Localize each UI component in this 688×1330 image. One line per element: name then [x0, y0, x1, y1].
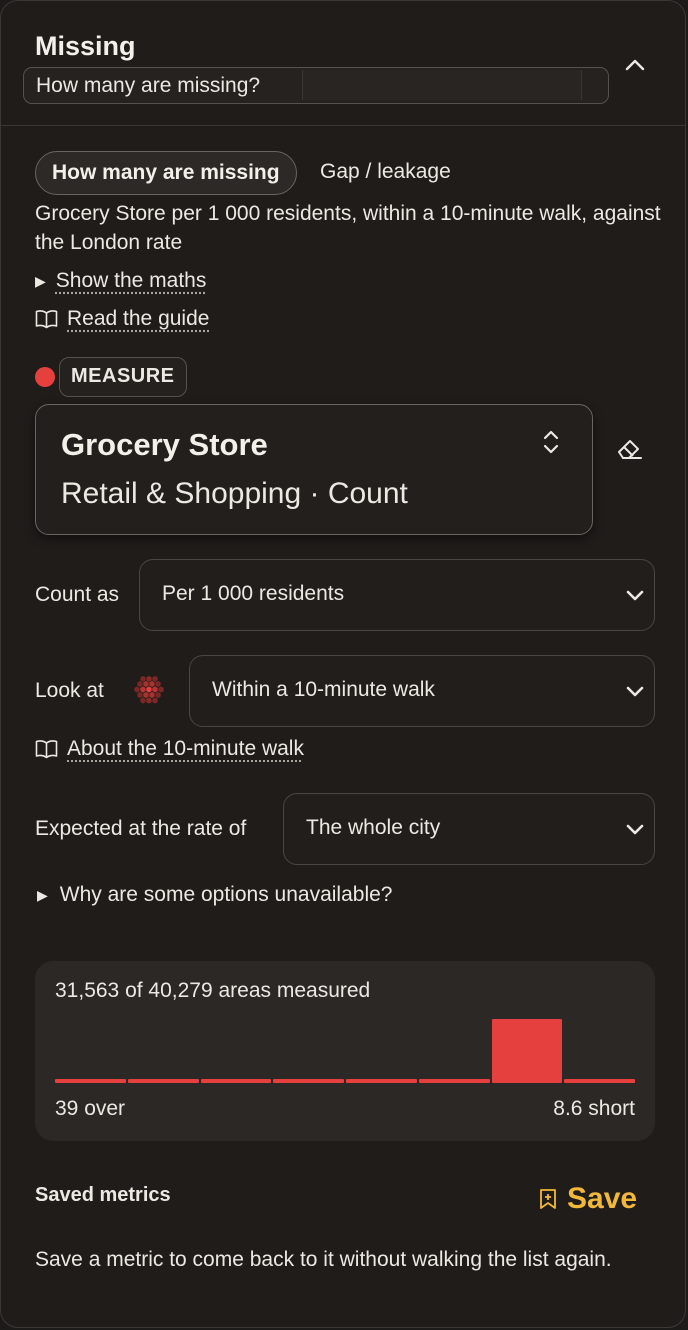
saved-metrics-description: Save a metric to come back to it without… — [35, 1248, 612, 1271]
question-field[interactable]: How many are missing? — [23, 67, 609, 104]
missing-panel: Missing How many are missing? How many a… — [0, 0, 686, 1328]
areas-measured-text: 31,563 of 40,279 areas measured — [55, 979, 371, 1002]
count-as-select[interactable]: Per 1 000 residents — [139, 559, 655, 631]
save-button-label: Save — [567, 1182, 638, 1215]
sort-updown-icon — [543, 430, 559, 454]
histogram-bin — [418, 1079, 490, 1083]
show-maths-link[interactable]: Show the maths — [56, 269, 207, 293]
histogram-bin — [564, 1079, 635, 1083]
bookmark-plus-icon — [540, 1189, 556, 1209]
look-at-select[interactable]: Within a 10-minute walk — [189, 655, 655, 727]
histogram-bin — [127, 1079, 199, 1083]
measure-subtitle: Retail & Shopping · Count — [61, 477, 408, 510]
measure-color-dot — [35, 367, 55, 387]
chevron-down-icon — [626, 590, 644, 601]
header-divider — [1, 125, 685, 126]
saved-metrics-label: Saved metrics — [35, 1184, 171, 1206]
measure-name: Grocery Store — [61, 427, 268, 462]
disclosure-triangle-icon: ▶ — [35, 272, 46, 289]
chevron-down-icon — [626, 824, 644, 835]
show-maths-toggle[interactable]: ▶ Show the maths — [35, 269, 206, 293]
histogram-bin — [273, 1079, 344, 1083]
book-icon — [35, 740, 58, 759]
collapse-chevron-up-icon[interactable] — [621, 51, 649, 79]
expected-rate-select[interactable]: The whole city — [283, 793, 655, 865]
metric-description: Grocery Store per 1 000 residents, withi… — [35, 202, 661, 254]
question-track — [302, 70, 582, 100]
histogram-left-label: 39 over — [55, 1097, 126, 1120]
look-at-value: Within a 10-minute walk — [212, 678, 435, 701]
measure-selector[interactable]: Grocery Store Retail & Shopping · Count — [35, 404, 593, 535]
panel-title: Missing — [35, 31, 136, 61]
read-guide-row[interactable]: Read the guide — [35, 307, 209, 331]
chevron-down-icon — [626, 686, 644, 697]
histogram-right-label: 8.6 short — [553, 1097, 635, 1120]
mode-pill-how-many-missing[interactable]: How many are missing — [35, 151, 297, 195]
histogram-bin — [200, 1079, 272, 1083]
disclosure-triangle-icon: ▶ — [37, 886, 48, 903]
unavailable-options-text: Why are some options unavailable? — [59, 883, 393, 906]
look-at-label: Look at — [35, 679, 104, 702]
histogram-bin — [346, 1079, 417, 1083]
question-value: How many are missing? — [36, 74, 261, 97]
eraser-icon[interactable] — [615, 433, 645, 463]
measure-badge: MEASURE — [59, 357, 187, 397]
histogram-bin — [55, 1079, 126, 1083]
mode-option-gap-leakage[interactable]: Gap / leakage — [320, 160, 451, 184]
unavailable-options-toggle[interactable]: ▶ Why are some options unavailable? — [37, 883, 392, 907]
save-button[interactable]: Save — [539, 1179, 637, 1219]
expected-rate-label: Expected at the rate of — [35, 817, 247, 840]
about-walk-link[interactable]: About the 10-minute walk — [67, 737, 304, 761]
count-as-value: Per 1 000 residents — [162, 582, 345, 605]
read-guide-link[interactable]: Read the guide — [67, 307, 209, 331]
book-icon — [35, 310, 58, 329]
distribution-card: 31,563 of 40,279 areas measured 39 over … — [35, 961, 655, 1141]
about-walk-row[interactable]: About the 10-minute walk — [35, 737, 304, 761]
histogram-bin — [491, 1019, 563, 1083]
expected-rate-value: The whole city — [306, 816, 441, 839]
hexagon-catchment-icon — [133, 675, 165, 705]
count-as-label: Count as — [35, 583, 120, 606]
